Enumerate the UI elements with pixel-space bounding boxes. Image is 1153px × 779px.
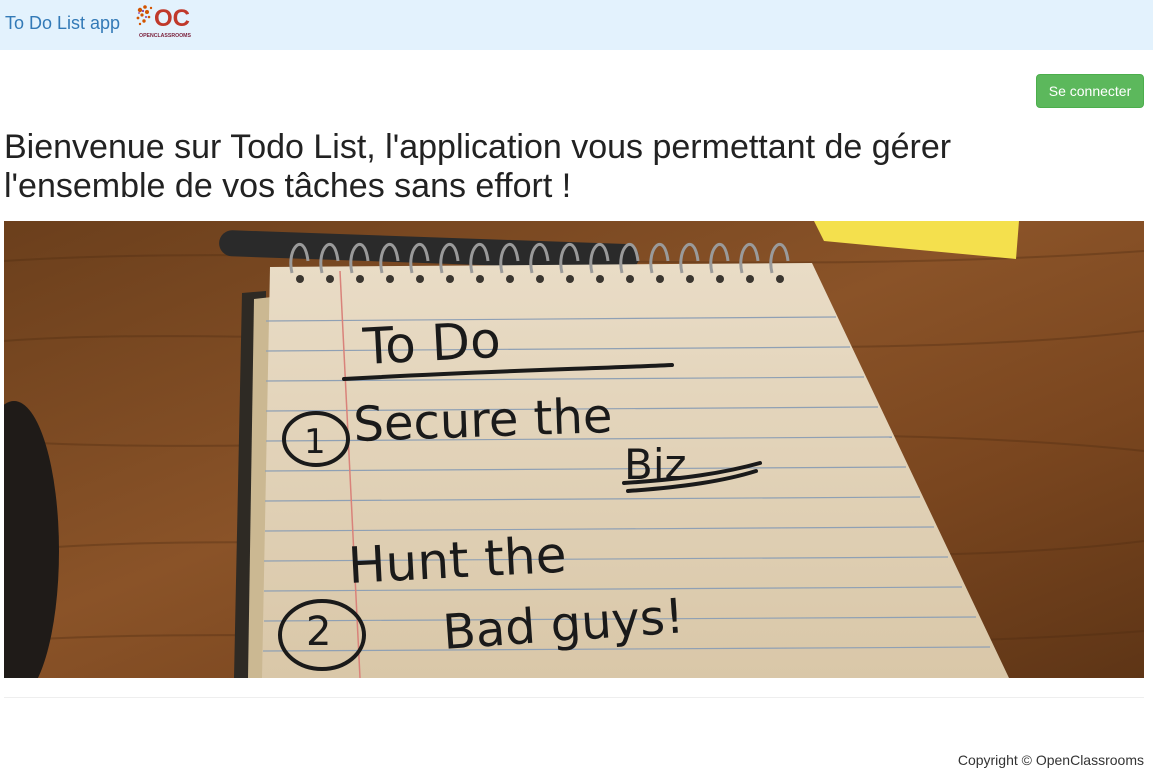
navbar: To Do List app OC OPENCLASSROOMS bbox=[0, 0, 1153, 50]
page-title: Bienvenue sur Todo List, l'application v… bbox=[4, 128, 952, 205]
note-item1-line1: Secure the bbox=[352, 388, 613, 453]
footer-divider bbox=[4, 697, 1144, 698]
openclassrooms-logo[interactable]: OC OPENCLASSROOMS bbox=[134, 2, 196, 42]
note-heading: To Do bbox=[361, 311, 502, 376]
logo-wordmark: OPENCLASSROOMS bbox=[139, 33, 191, 39]
login-button[interactable]: Se connecter bbox=[1036, 74, 1144, 108]
note-item1-number: 1 bbox=[304, 422, 326, 462]
todo-notepad-image: To Do 1 Secure the Biz Hunt the 2 Bad gu… bbox=[4, 221, 1144, 678]
brand-link[interactable]: To Do List app bbox=[5, 13, 120, 34]
note-item2-line1: Hunt the bbox=[347, 526, 568, 595]
logo-monogram: OC bbox=[154, 5, 190, 32]
copyright-text: Copyright © OpenClassrooms bbox=[957, 752, 1144, 768]
note-item2-number: 2 bbox=[306, 609, 331, 655]
